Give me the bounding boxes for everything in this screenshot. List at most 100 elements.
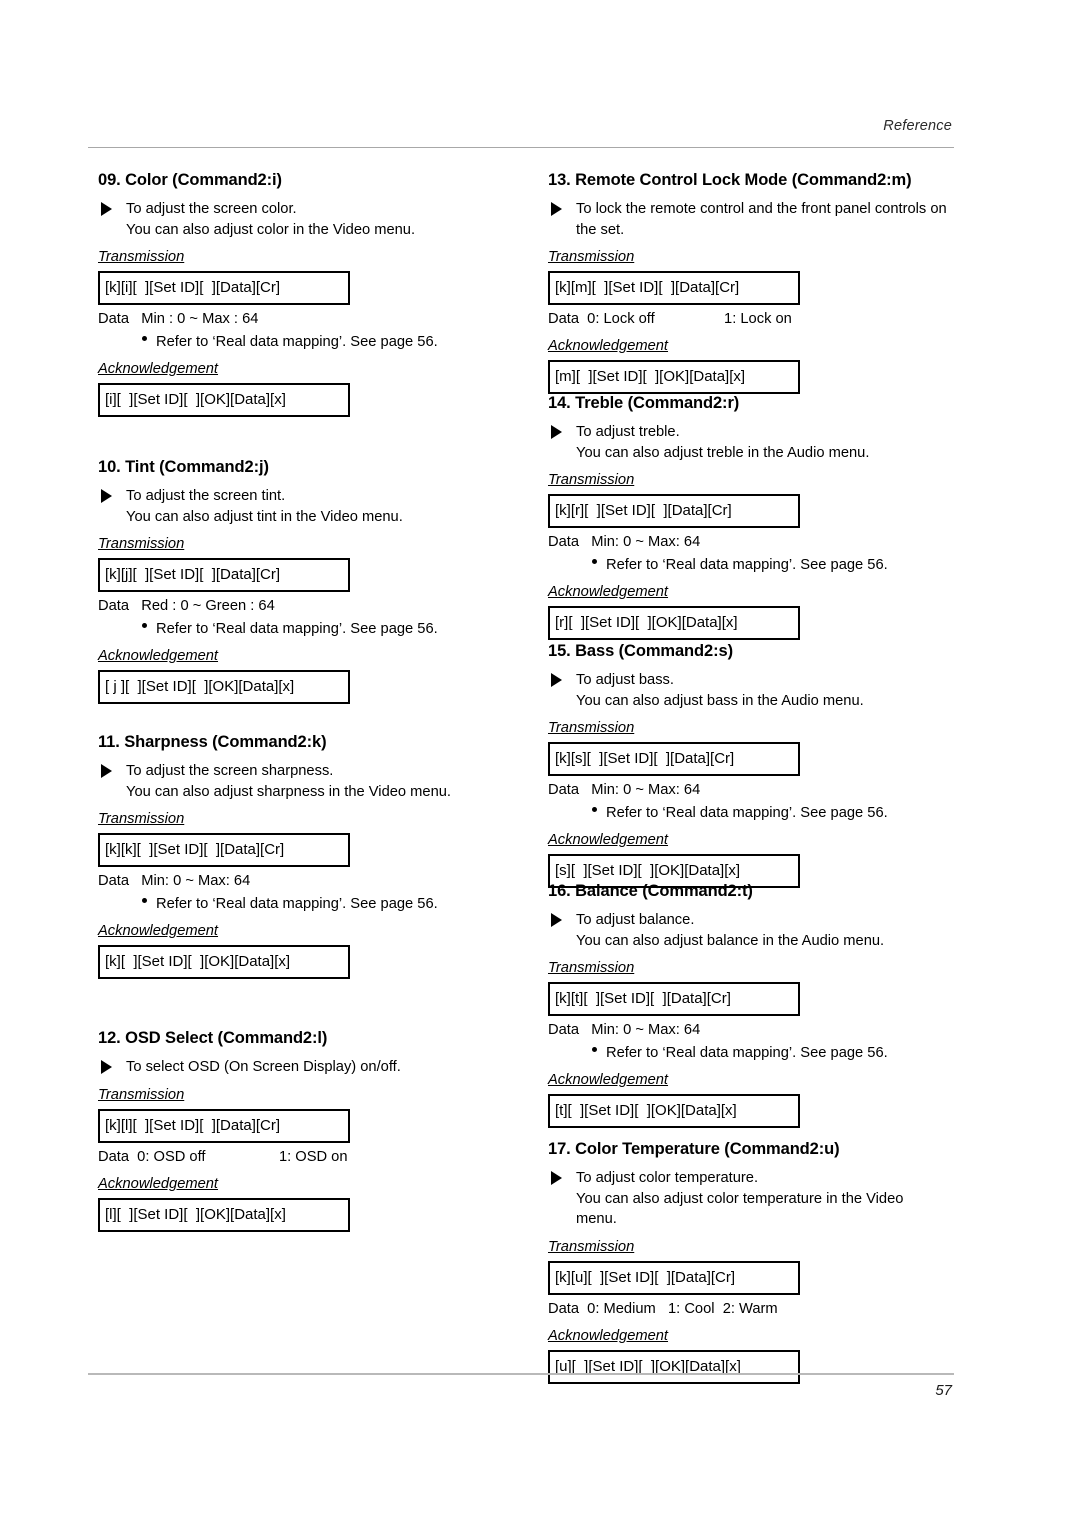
section-description: To adjust color temperature. You can also… <box>548 1168 958 1230</box>
description-line: To adjust the screen sharpness. <box>126 763 334 779</box>
transmission-heading-row: Transmission <box>548 951 958 977</box>
footer-rule <box>88 1373 954 1375</box>
section-title: 13. Remote Control Lock Mode (Command2:m… <box>548 171 912 189</box>
data-range-text: Data Min : 0 ~ Max : 64 <box>98 311 259 327</box>
document-page: Reference 09. Color (Command2:i) To adjus… <box>0 0 1080 1528</box>
section-description: To select OSD (On Screen Display) on/off… <box>98 1057 518 1078</box>
transmission-heading: Transmission <box>548 1238 635 1255</box>
acknowledgement-heading: Acknowledgement <box>98 361 219 377</box>
section-description: To adjust the screen color. You can also … <box>98 199 518 240</box>
acknowledgement-heading-row: Acknowledgement <box>548 329 958 355</box>
description-line: the set. <box>576 221 625 238</box>
acknowledgement-heading: Acknowledgement <box>98 1175 219 1192</box>
section-description: To adjust bass. You can also adjust bass … <box>548 670 958 711</box>
bullet-dot-icon <box>592 807 597 812</box>
transmission-command-box: [k][u][ ][Set ID][ ][Data][Cr] <box>548 1260 800 1295</box>
triangle-bullet-icon <box>101 1060 112 1074</box>
transmission-heading-row: Transmission <box>548 1230 958 1256</box>
acknowledgement-command-box: [k][ ][Set ID][ ][OK][Data][x] <box>98 945 350 979</box>
acknowledgement-heading-row: Acknowledgement <box>98 1167 518 1193</box>
section-description: To adjust the screen sharpness. You can a… <box>98 761 518 802</box>
data-range-text: Data Min: 0 ~ Max: 64 <box>548 782 701 798</box>
command-section: 11. Sharpness (Command2:k) To adjust the … <box>98 732 518 979</box>
section-description: To lock the remote control and the front… <box>548 199 958 240</box>
transmission-heading: Transmission <box>548 720 635 736</box>
triangle-bullet-icon <box>101 202 112 216</box>
acknowledgement-command-box: [ j ][ ][Set ID][ ][OK][Data][x] <box>98 670 350 704</box>
reference-note-text: Refer to ‘Real data mapping’. See page 5… <box>156 896 438 912</box>
reference-note: Refer to ‘Real data mapping’. See page 5… <box>98 620 518 639</box>
description-line: To adjust treble. <box>576 424 680 440</box>
reference-note-text: Refer to ‘Real data mapping’. See page 5… <box>606 1045 888 1061</box>
command-section: 14. Treble (Command2:r) To adjust treble.… <box>548 393 958 640</box>
description-line: To select OSD (On Screen Display) on/off… <box>126 1059 401 1075</box>
reference-note-text: Refer to ‘Real data mapping’. See page 5… <box>156 621 438 637</box>
acknowledgement-heading: Acknowledgement <box>98 923 219 939</box>
triangle-bullet-icon <box>551 673 562 687</box>
running-head: Reference <box>883 118 952 134</box>
section-title: 12. OSD Select (Command2:l) <box>98 1029 328 1047</box>
triangle-bullet-icon <box>551 1171 562 1185</box>
triangle-bullet-icon <box>551 202 562 216</box>
acknowledgement-command-box: [t][ ][Set ID][ ][OK][Data][x] <box>548 1094 800 1128</box>
section-title: 15. Bass (Command2:s) <box>548 642 733 660</box>
section-description: To adjust balance. You can also adjust ba… <box>548 910 958 951</box>
acknowledgement-command-box: [u][ ][Set ID][ ][OK][Data][x] <box>548 1349 800 1384</box>
data-range-text: Data 0: Lock off 1: Lock on <box>548 311 792 327</box>
acknowledgement-command-box: [r][ ][Set ID][ ][OK][Data][x] <box>548 606 800 640</box>
bullet-dot-icon <box>142 623 147 628</box>
triangle-bullet-icon <box>551 913 562 927</box>
section-description: To adjust treble. You can also adjust tre… <box>548 422 958 463</box>
description-line: To adjust the screen tint. <box>126 488 286 504</box>
triangle-bullet-icon <box>101 764 112 778</box>
description-line: You can also adjust color in the Video m… <box>126 221 416 238</box>
acknowledgement-heading: Acknowledgement <box>98 648 219 664</box>
transmission-heading: Transmission <box>548 249 635 265</box>
command-section: 12. OSD Select (Command2:l) To select OSD… <box>98 1028 518 1232</box>
transmission-command-box: [k][i][ ][Set ID][ ][Data][Cr] <box>98 271 350 305</box>
bullet-dot-icon <box>142 898 147 903</box>
reference-note-text: Refer to ‘Real data mapping’. See page 5… <box>606 557 888 573</box>
transmission-heading-row: Transmission <box>98 527 518 553</box>
reference-note: Refer to ‘Real data mapping’. See page 5… <box>548 1044 958 1063</box>
data-range-text: Data Red : 0 ~ Green : 64 <box>98 598 275 614</box>
description-line: You can also adjust balance in the Audio… <box>576 932 885 949</box>
acknowledgement-heading-row: Acknowledgement <box>98 639 518 665</box>
transmission-heading-row: Transmission <box>98 240 518 266</box>
reference-note-text: Refer to ‘Real data mapping’. See page 5… <box>156 334 438 350</box>
description-line: You can also adjust color temperature in… <box>576 1190 904 1207</box>
reference-note-text: Refer to ‘Real data mapping’. See page 5… <box>606 805 888 821</box>
section-description: To adjust the screen tint. You can also a… <box>98 486 518 527</box>
description-line: You can also adjust sharpness in the Vid… <box>126 783 451 800</box>
transmission-heading: Transmission <box>98 536 185 552</box>
transmission-heading: Transmission <box>98 1086 185 1103</box>
section-title: 17. Color Temperature (Command2:u) <box>548 1140 840 1158</box>
data-range-text: Data Min: 0 ~ Max: 64 <box>548 1022 701 1038</box>
description-line: To adjust bass. <box>576 672 674 688</box>
bullet-dot-icon <box>592 559 597 564</box>
acknowledgement-command-box: [i][ ][Set ID][ ][OK][Data][x] <box>98 383 350 417</box>
section-title: 11. Sharpness (Command2:k) <box>98 733 327 751</box>
section-title: 16. Balance (Command2:t) <box>548 882 753 900</box>
transmission-heading: Transmission <box>98 249 185 265</box>
reference-note: Refer to ‘Real data mapping’. See page 5… <box>98 895 518 914</box>
command-section: 16. Balance (Command2:t) To adjust balanc… <box>548 881 958 1128</box>
description-line: You can also adjust tint in the Video me… <box>126 508 403 525</box>
reference-note: Refer to ‘Real data mapping’. See page 5… <box>548 556 958 575</box>
description-line: To lock the remote control and the front… <box>576 201 947 217</box>
section-title: 10. Tint (Command2:j) <box>98 458 269 476</box>
transmission-heading-row: Transmission <box>548 463 958 489</box>
transmission-command-box: [k][t][ ][Set ID][ ][Data][Cr] <box>548 982 800 1016</box>
transmission-command-box: [k][m][ ][Set ID][ ][Data][Cr] <box>548 271 800 305</box>
data-range-text: Data 0: OSD off 1: OSD on <box>98 1148 348 1165</box>
acknowledgement-heading-row: Acknowledgement <box>548 575 958 601</box>
transmission-heading-row: Transmission <box>98 802 518 828</box>
acknowledgement-heading: Acknowledgement <box>548 1327 669 1344</box>
description-line: You can also adjust treble in the Audio … <box>576 444 870 461</box>
acknowledgement-heading: Acknowledgement <box>548 1072 669 1088</box>
transmission-command-box: [k][r][ ][Set ID][ ][Data][Cr] <box>548 494 800 528</box>
data-range-text: Data 0: Medium 1: Cool 2: Warm <box>548 1300 778 1317</box>
description-line: You can also adjust bass in the Audio me… <box>576 692 864 709</box>
triangle-bullet-icon <box>551 425 562 439</box>
description-line: To adjust color temperature. <box>576 1170 759 1186</box>
